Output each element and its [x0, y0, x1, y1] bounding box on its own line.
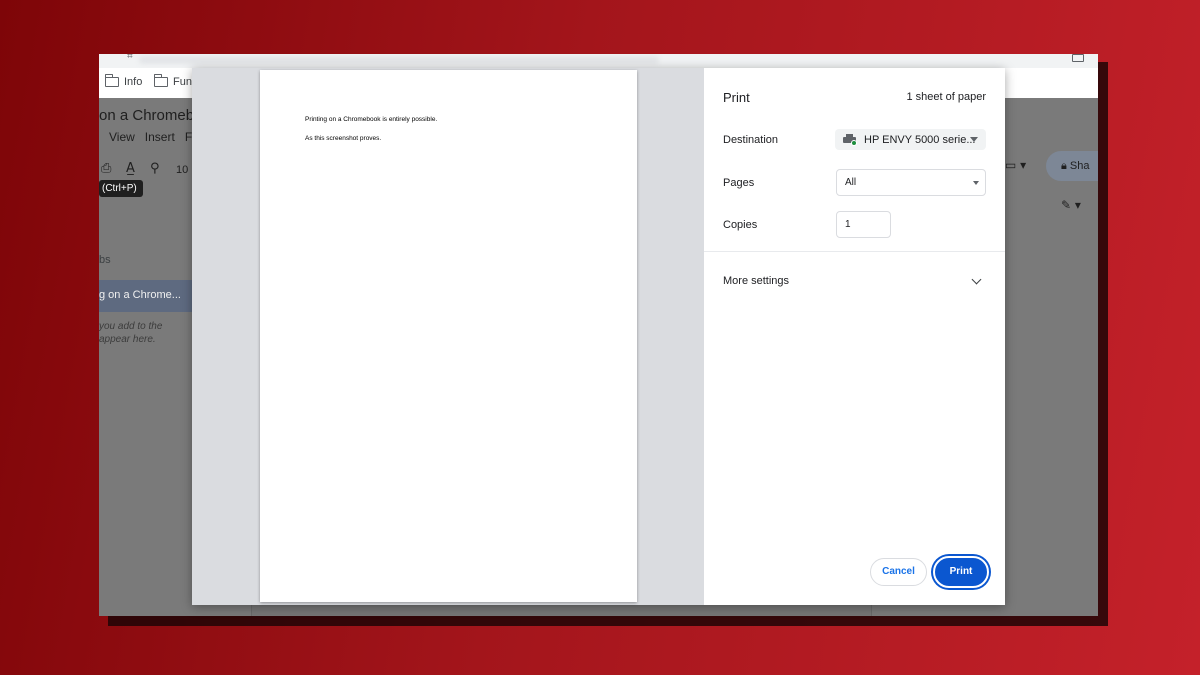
bookmark-label: Fun — [173, 76, 192, 88]
preview-text-line: As this screenshot proves. — [305, 135, 382, 142]
lock-icon: 🔒︎ — [1061, 160, 1067, 172]
zoom-select[interactable]: 10 — [176, 164, 188, 176]
folder-icon — [153, 74, 168, 87]
destination-select[interactable]: HP ENVY 5000 serie... — [835, 129, 986, 150]
folder-icon — [104, 74, 119, 87]
chevron-down-icon[interactable] — [971, 274, 982, 285]
meet-icon[interactable]: ▭ ▾ — [1005, 158, 1026, 172]
document-tab-item[interactable]: g on a Chrome... — [99, 280, 192, 312]
printer-icon — [843, 134, 857, 146]
bookmark-info[interactable]: Info — [104, 74, 143, 88]
menu-view[interactable]: View — [109, 130, 135, 144]
outline-hint: you add to the appear here. — [99, 320, 162, 346]
document-title[interactable]: on a Chromebo — [99, 107, 202, 124]
bookmark-label: Info — [124, 76, 143, 88]
tab-icon[interactable]: ⌗ — [127, 54, 133, 62]
bookmark-fun[interactable]: Fun — [153, 74, 192, 88]
destination-label: Destination — [723, 134, 779, 146]
browser-tab-strip: ⌗ — [99, 54, 1098, 68]
docs-menu-bar: View Insert F — [109, 130, 192, 144]
print-icon[interactable]: ⎙ — [101, 161, 111, 176]
copies-label: Copies — [723, 219, 758, 231]
cast-icon[interactable] — [1072, 54, 1084, 62]
preview-page: Printing on a Chromebook is entirely pos… — [260, 70, 637, 602]
dialog-title: Print — [723, 90, 750, 105]
chevron-down-icon — [973, 181, 979, 185]
section-divider — [704, 251, 1005, 252]
pages-value: All — [845, 177, 857, 188]
more-settings-toggle[interactable]: More settings — [723, 275, 789, 287]
paint-format-icon[interactable]: ⚲ — [150, 161, 160, 176]
cancel-button[interactable]: Cancel — [870, 558, 927, 586]
spellcheck-icon[interactable]: A̲ — [126, 161, 135, 176]
print-button[interactable]: Print — [933, 556, 989, 588]
sheet-count: 1 sheet of paper — [906, 91, 986, 103]
chevron-down-icon — [970, 137, 978, 142]
print-dialog: Printing on a Chromebook is entirely pos… — [192, 68, 1005, 605]
edit-mode-icon[interactable]: ✎ ▾ — [1061, 198, 1081, 212]
pages-label: Pages — [723, 177, 755, 189]
print-preview-pane: Printing on a Chromebook is entirely pos… — [192, 68, 704, 605]
share-label: Sha — [1069, 160, 1090, 172]
preview-text-line: Printing on a Chromebook is entirely pos… — [305, 116, 438, 123]
print-settings-panel: Print 1 sheet of paper Destination HP EN… — [704, 68, 1005, 605]
share-button[interactable]: 🔒︎ Sha — [1046, 151, 1098, 181]
address-bar-blurred[interactable] — [139, 56, 659, 64]
outline-hint-line: appear here. — [99, 334, 156, 345]
destination-value: HP ENVY 5000 serie... — [864, 133, 976, 146]
print-shortcut-tooltip: (Ctrl+P) — [99, 180, 143, 197]
document-tabs-label: bs — [99, 254, 111, 266]
pages-select[interactable]: All — [836, 169, 986, 196]
copies-input[interactable]: 1 — [836, 211, 891, 238]
outline-hint-line: you add to the — [99, 321, 163, 332]
menu-insert[interactable]: Insert — [145, 130, 175, 144]
